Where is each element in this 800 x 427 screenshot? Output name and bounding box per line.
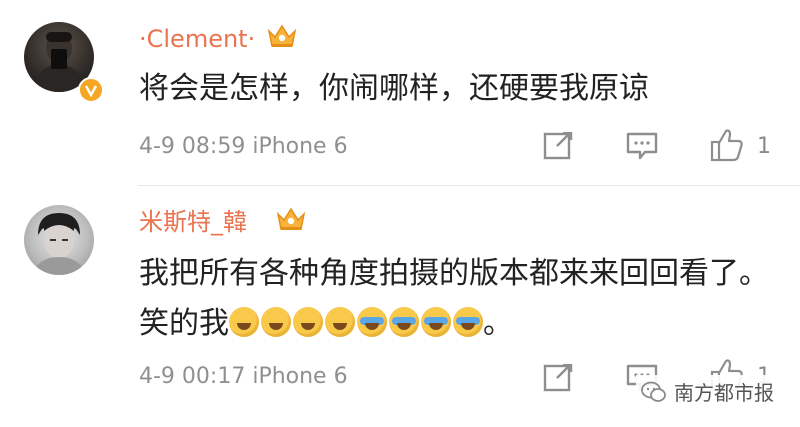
- comment-time: 4-9 08:59: [139, 134, 246, 159]
- username[interactable]: ·Clement·: [139, 27, 255, 51]
- crown-icon: [275, 203, 307, 235]
- comment-device: iPhone 6: [252, 364, 348, 389]
- tears-emoji-icon: [453, 307, 483, 337]
- share-icon[interactable]: [541, 128, 575, 162]
- grin-emoji-icon: [261, 307, 291, 337]
- username[interactable]: 米斯特_韓: [139, 210, 247, 234]
- avatar[interactable]: [24, 205, 94, 275]
- emoji-group: [229, 307, 483, 337]
- comment-device: iPhone 6: [252, 134, 348, 159]
- watermark-text: 南方都市报: [674, 381, 774, 405]
- verified-badge-icon: [78, 77, 104, 103]
- divider: [138, 185, 800, 186]
- like-count: 1: [757, 134, 771, 159]
- comment-text-tail: 。: [483, 306, 513, 341]
- comment-meta: 4-9 00:17 iPhone 6: [139, 364, 348, 389]
- grin-emoji-icon: [293, 307, 323, 337]
- comment-text: 将会是怎样，你闹哪样，还硬要我原谅: [139, 71, 649, 106]
- crown-icon: [266, 20, 298, 52]
- comment-item: ·Clement· 将会是怎样，你闹哪样，还硬要我原谅 4-9 08:59 iP…: [0, 0, 800, 185]
- grin-emoji-icon: [325, 307, 355, 337]
- tears-emoji-icon: [421, 307, 451, 337]
- tears-emoji-icon: [357, 307, 387, 337]
- like-icon[interactable]: [710, 126, 744, 162]
- share-icon[interactable]: [541, 360, 575, 394]
- comment-meta: 4-9 08:59 iPhone 6: [139, 134, 348, 159]
- tears-emoji-icon: [389, 307, 419, 337]
- wechat-icon: [641, 381, 666, 402]
- comment-text: 我把所有各种角度拍摄的版本都来来回回看了。笑的我 。: [139, 249, 779, 349]
- grin-emoji-icon: [229, 307, 259, 337]
- watermark: 南方都市报: [636, 375, 778, 408]
- comment-icon[interactable]: [625, 128, 659, 162]
- comment-time: 4-9 00:17: [139, 364, 246, 389]
